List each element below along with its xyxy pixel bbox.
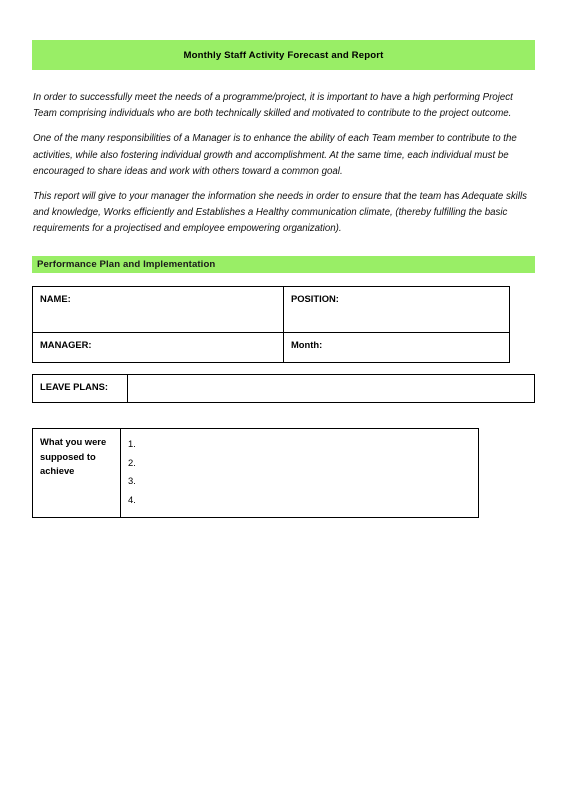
achievements-label: What you were supposed to achieve: [40, 436, 107, 476]
position-cell[interactable]: POSITION:: [283, 286, 510, 333]
list-item[interactable]: 4.: [128, 491, 471, 510]
table-row: NAME: POSITION:: [32, 286, 510, 333]
list-item[interactable]: 2.: [128, 454, 471, 473]
name-cell[interactable]: NAME:: [32, 286, 284, 333]
month-cell[interactable]: Month:: [283, 332, 510, 363]
leave-plans-table: LEAVE PLANS:: [32, 374, 535, 403]
intro-paragraph-2: One of the many responsibilities of a Ma…: [33, 133, 517, 177]
list-item[interactable]: 3.: [128, 472, 471, 491]
document-title: Monthly Staff Activity Forecast and Repo…: [183, 49, 384, 61]
table-row: What you were supposed to achieve 1. 2. …: [32, 428, 479, 518]
manager-cell[interactable]: MANAGER:: [32, 332, 284, 363]
section-header-performance-plan: Performance Plan and Implementation: [32, 256, 535, 273]
intro-section: In order to successfully meet the needs …: [33, 90, 533, 247]
manager-label: MANAGER:: [40, 339, 92, 350]
table-row: MANAGER: Month:: [32, 332, 510, 363]
list-item[interactable]: 1.: [128, 435, 471, 454]
document-page: Monthly Staff Activity Forecast and Repo…: [0, 0, 565, 800]
info-table: NAME: POSITION: MANAGER: Month:: [32, 286, 510, 363]
leave-plans-label-cell: LEAVE PLANS:: [32, 374, 128, 403]
leave-plans-input-cell[interactable]: [127, 374, 535, 403]
section-header-label: Performance Plan and Implementation: [37, 259, 216, 270]
month-label: Month:: [291, 339, 323, 350]
leave-plans-label: LEAVE PLANS:: [40, 381, 109, 392]
name-label: NAME:: [40, 293, 71, 304]
achievements-table: What you were supposed to achieve 1. 2. …: [32, 428, 479, 518]
achievements-list-cell[interactable]: 1. 2. 3. 4.: [120, 428, 479, 518]
achievements-list: 1. 2. 3. 4.: [128, 435, 471, 509]
intro-paragraph-3: This report will give to your manager th…: [33, 191, 527, 235]
table-row: LEAVE PLANS:: [32, 374, 535, 403]
achievements-label-cell: What you were supposed to achieve: [32, 428, 121, 518]
intro-paragraph-1: In order to successfully meet the needs …: [33, 92, 513, 120]
title-banner: Monthly Staff Activity Forecast and Repo…: [32, 40, 535, 70]
position-label: POSITION:: [291, 293, 339, 304]
